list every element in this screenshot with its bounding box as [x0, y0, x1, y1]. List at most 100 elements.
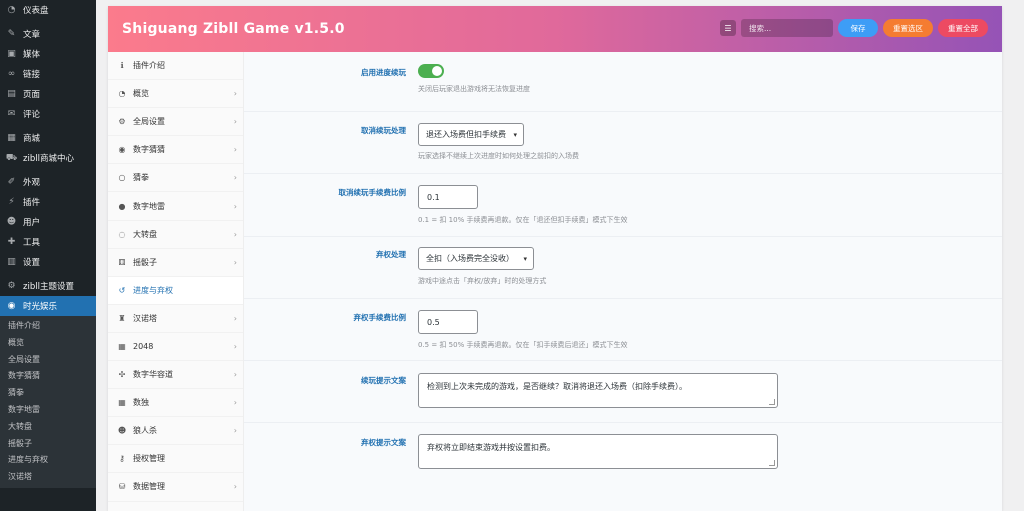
wp-menu-label: 用户: [23, 218, 41, 228]
panel-nav-item[interactable]: ○ 猜拳 ›: [108, 164, 243, 193]
wp-submenu-item[interactable]: 插件介绍: [0, 318, 96, 335]
select-value: 全扣（入场费完全没收）: [426, 254, 514, 263]
wp-submenu-item[interactable]: 猜拳: [0, 385, 96, 402]
expand-icon[interactable]: ☰: [720, 20, 736, 36]
field-label: 取消续玩处理: [361, 126, 406, 135]
key-icon: ⚷: [119, 454, 125, 464]
panel-nav-label: 大转盘: [133, 229, 157, 239]
field-resume-prompt: 续玩提示文案 检测到上次未完成的游戏，是否继续？取消将退还入场费（扣除手续费）。: [244, 361, 1002, 423]
panel-nav: ℹ 插件介绍 ◔ 概览 › ⚙ 全局设置 › ◉ 数字猜猜 › ○ 猜拳 › ● 数字地雷 › ◌ 大转盘 › ⚅ 摇骰子…: [108, 52, 244, 511]
panel-nav-label: 授权管理: [133, 454, 165, 464]
wp-admin-submenu: 插件介绍 概览 全局设置 数字猜猜 猜拳 数字地雷 大转盘 摇骰子 进度与弃权 汉诺塔: [0, 316, 96, 488]
panel-nav-item[interactable]: ⚙ 全局设置 ›: [108, 108, 243, 137]
info-icon: ℹ: [120, 61, 124, 71]
wp-menu-item[interactable]: ▣ 媒体: [0, 44, 96, 64]
wp-menu-item[interactable]: ▥ 设置: [0, 252, 96, 272]
wp-submenu-item[interactable]: 全局设置: [0, 352, 96, 369]
panel-nav-item[interactable]: ⚅ 摇骰子 ›: [108, 249, 243, 277]
wp-menu-item[interactable]: ▤ 页面: [0, 84, 96, 104]
settings-icon: ▥: [7, 257, 16, 267]
panel-nav-label: 全局设置: [133, 117, 165, 127]
wp-menu-item[interactable]: ◉ 时光娱乐: [0, 296, 96, 316]
forfeit-prompt-textarea[interactable]: 弃权将立即结束游戏并按设置扣费。: [418, 434, 778, 469]
panel-nav-label: 数独: [133, 398, 149, 408]
cancel-fee-ratio-input[interactable]: 0.1: [418, 185, 478, 209]
panel-nav-item[interactable]: ☻ 狼人杀 ›: [108, 417, 243, 446]
panel-nav-label: 摇骰子: [133, 257, 157, 267]
gear-icon: ⚙: [118, 117, 126, 127]
wp-submenu-item[interactable]: 汉诺塔: [0, 469, 96, 486]
wp-menu-label: 插件: [23, 198, 41, 208]
save-button[interactable]: 保存: [838, 19, 878, 37]
panel-nav-label: 数字华容道: [133, 370, 173, 380]
wp-menu-label: 商城: [23, 134, 41, 144]
panel-nav-label: 猜拳: [133, 173, 149, 183]
wp-menu-item[interactable]: ✉ 评论: [0, 104, 96, 124]
select-value: 退还入场费但扣手续费: [426, 130, 506, 139]
panel-nav-item[interactable]: ⛁ 数据管理 ›: [108, 473, 243, 502]
chevron-right-icon: ›: [233, 173, 237, 183]
comment-icon: ✉: [7, 109, 16, 119]
wp-submenu-item[interactable]: 大转盘: [0, 419, 96, 436]
wp-menu-label: zibll主题设置: [23, 282, 74, 292]
dice-icon: ⚅: [118, 257, 126, 267]
pin-icon: ✎: [7, 29, 16, 39]
wp-menu-item[interactable]: ⚙ zibll主题设置: [0, 276, 96, 296]
panel-nav-label: 插件介绍: [133, 61, 165, 71]
field-label: 续玩提示文案: [361, 376, 406, 385]
panel-nav-item[interactable]: ♜ 汉诺塔 ›: [108, 305, 243, 333]
forfeit-select[interactable]: 全扣（入场费完全没收） ▾: [418, 247, 534, 270]
wp-menu-item[interactable]: ◔ 仪表盘: [0, 0, 96, 20]
appearance-icon: ✐: [7, 177, 16, 187]
wp-admin-menu: ◔ 仪表盘 ✎ 文章 ▣ 媒体 ∞ 链接 ▤ 页面 ✉ 评论 ▦ 商城 ⛟ zibll商城中心 ✐ 外观 ⚡ 插件 ☻ 用…: [0, 0, 96, 316]
resume-enable-toggle[interactable]: [418, 64, 444, 78]
field-description: 关闭后玩家退出游戏将无法恢复进度: [418, 85, 530, 93]
wp-submenu-item[interactable]: 概览: [0, 335, 96, 352]
gear-icon: ⚙: [7, 281, 16, 291]
cart-icon: ⛟: [5, 152, 18, 163]
search-input[interactable]: 搜索...: [741, 19, 833, 37]
wp-menu-item[interactable]: ⚡ 插件: [0, 192, 96, 212]
page-icon: ▤: [7, 89, 16, 99]
panel-nav-label: 汉诺塔: [133, 313, 157, 323]
chevron-right-icon: ›: [233, 341, 237, 351]
wp-menu-item[interactable]: ∞ 链接: [0, 64, 96, 84]
wp-menu-item[interactable]: ☻ 用户: [0, 212, 96, 232]
cancel-resume-select[interactable]: 退还入场费但扣手续费 ▾: [418, 123, 524, 146]
wp-menu-item[interactable]: ✐ 外观: [0, 172, 96, 192]
panel-nav-item[interactable]: ⚷ 授权管理: [108, 445, 243, 474]
link-icon: ∞: [7, 69, 16, 79]
forfeit-fee-ratio-input[interactable]: 0.5: [418, 310, 478, 334]
reset-section-button[interactable]: 重置选区: [883, 19, 933, 37]
field-label: 取消续玩手续费比例: [338, 188, 407, 197]
resume-prompt-textarea[interactable]: 检测到上次未完成的游戏，是否继续？取消将退还入场费（扣除手续费）。: [418, 373, 778, 408]
panel-nav-item[interactable]: ● 数字地雷 ›: [108, 192, 243, 221]
chevron-right-icon: ›: [233, 313, 237, 323]
panel-nav-item[interactable]: ◉ 数字猜猜 ›: [108, 136, 243, 165]
panel-nav-item[interactable]: ◌ 大转盘 ›: [108, 221, 243, 249]
wp-menu-item[interactable]: ✎ 文章: [0, 24, 96, 44]
field-description: 0.5 = 扣 50% 手续费再退款。仅在「扣手续费后退还」模式下生效: [418, 341, 628, 349]
panel-nav-item[interactable]: ◔ 概览 ›: [108, 80, 243, 109]
wp-submenu-item[interactable]: 数字地雷: [0, 402, 96, 419]
field-resume-enable: 启用进度续玩 关闭后玩家退出游戏将无法恢复进度: [244, 52, 1002, 112]
wp-menu-item[interactable]: ✚ 工具: [0, 232, 96, 252]
wp-menu-item[interactable]: ▦ 商城: [0, 128, 96, 148]
field-label: 弃权处理: [376, 250, 406, 259]
chevron-right-icon: ›: [233, 229, 237, 239]
dashboard-icon: ◔: [7, 5, 16, 15]
wp-submenu-item[interactable]: 摇骰子: [0, 436, 96, 453]
wheel-icon: ◌: [118, 229, 126, 239]
reset-all-button[interactable]: 重置全部: [938, 19, 988, 37]
panel-nav-item[interactable]: ▦ 2048 ›: [108, 333, 243, 362]
wp-menu-item[interactable]: ⛟ zibll商城中心: [0, 148, 96, 168]
panel-nav-item[interactable]: ↺ 进度与弃权: [108, 276, 243, 305]
field-label: 弃权手续费比例: [353, 313, 407, 322]
wp-submenu-item[interactable]: 进度与弃权: [0, 452, 96, 469]
panel-nav-item[interactable]: ✣ 数字华容道 ›: [108, 361, 243, 390]
field-cancel-fee-ratio: 取消续玩手续费比例 0.1 0.1 = 扣 10% 手续费再退款。仅在「退还但扣…: [244, 174, 1002, 237]
panel-nav-label: 数字地雷: [133, 201, 165, 211]
wp-submenu-item[interactable]: 数字猜猜: [0, 368, 96, 385]
panel-nav-item[interactable]: ℹ 插件介绍: [108, 52, 243, 81]
panel-nav-item[interactable]: ▦ 数独 ›: [108, 389, 243, 418]
